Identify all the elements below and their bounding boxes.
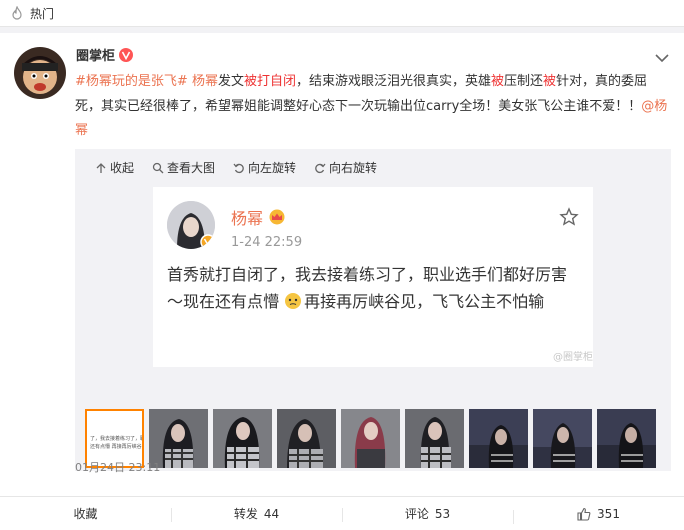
comment-label: 评论: [404, 507, 429, 521]
user-avatar[interactable]: [14, 47, 66, 99]
collect-label: 收藏: [73, 507, 98, 521]
fire-icon: [10, 6, 24, 20]
thumbnail-text-line: 还有点懵 再接再厉峡谷: [90, 444, 142, 450]
collapse-button[interactable]: 收起: [95, 159, 134, 176]
repost-label: 转发: [233, 507, 258, 521]
thumbnail-4[interactable]: [277, 409, 336, 468]
inner-username-text: 杨幂: [231, 209, 264, 228]
topic-link[interactable]: #杨幂玩的是张飞#: [75, 74, 188, 89]
media-toolbar: 收起 查看大图 向左旋转 向右旋转: [95, 159, 395, 176]
inner-avatar: [167, 201, 215, 249]
comment-button[interactable]: 评论 53: [342, 505, 513, 522]
highlight-text: 被打自闭: [243, 74, 296, 89]
rotate-left-icon: [233, 162, 245, 174]
action-bar: 收藏 转发 44 评论 53 351: [0, 496, 684, 530]
username-link[interactable]: 圈掌柜: [76, 45, 115, 64]
magnifier-icon: [152, 162, 164, 174]
thumbs-up-icon: [577, 507, 591, 521]
post-card: 圈掌柜 #杨幂玩的是张飞# 杨幂发文被打自闭，结束游戏眼泛泪光很真实，英雄被压制…: [0, 33, 684, 530]
view-large-button[interactable]: 查看大图: [152, 159, 215, 176]
username-row: 圈掌柜: [76, 45, 134, 64]
hot-header: 热门: [0, 0, 684, 27]
collapse-label: 收起: [110, 161, 135, 175]
inner-timestamp: 1-24 22:59: [231, 235, 303, 250]
collect-button[interactable]: 收藏: [0, 505, 171, 522]
inner-text-b: 再接再厉峡谷见，飞飞公主不怕输: [304, 292, 545, 311]
post-body: #杨幂玩的是张飞# 杨幂发文被打自闭，结束游戏眼泛泪光很真实，英雄被压制还被针对…: [75, 70, 671, 144]
repost-count: 44: [263, 506, 280, 521]
watermark-text: @圈掌柜: [553, 352, 593, 363]
hot-label: 热门: [30, 6, 55, 21]
verified-badge-icon: [200, 234, 215, 249]
chevron-down-icon[interactable]: [654, 49, 670, 63]
media-viewer: 收起 查看大图 向左旋转 向右旋转 杨幂 1-24 22:59 首秀就打自闭了，…: [75, 149, 671, 471]
highlight-text: 被: [491, 74, 505, 89]
repost-button[interactable]: 转发 44: [171, 505, 342, 522]
thumbnail-text: 了，我去接着练习了，职 还有点懵 再接再厉峡谷: [90, 435, 144, 451]
rotate-left-label: 向左旋转: [248, 161, 297, 175]
thumbnail-9[interactable]: [597, 409, 656, 468]
text-segment: 压制还: [504, 74, 544, 89]
text-segment: 发文: [217, 74, 244, 89]
like-button[interactable]: 351: [513, 506, 684, 524]
text-segment: ，结束游戏眼泛泪光很真实，英雄: [295, 74, 491, 89]
like-count: 351: [597, 506, 620, 521]
arrow-up-icon: [95, 162, 107, 174]
highlight-text: 被: [543, 74, 557, 89]
thumbnail-text-line: 了，我去接着练习了，职: [90, 436, 144, 442]
rotate-right-button[interactable]: 向右旋转: [314, 159, 377, 176]
verified-badge-icon: [119, 47, 134, 62]
thumbnail-5[interactable]: [341, 409, 400, 468]
rotate-left-button[interactable]: 向左旋转: [233, 159, 296, 176]
thumbnail-7[interactable]: [469, 409, 528, 468]
mention-link[interactable]: 杨幂: [192, 74, 218, 89]
large-image[interactable]: 杨幂 1-24 22:59 首秀就打自闭了，我去接着练习了，职业选手们都好厉害～…: [153, 187, 593, 367]
comment-count: 53: [434, 506, 451, 521]
thumbnail-strip: 了，我去接着练习了，职 还有点懵 再接再厉峡谷: [85, 409, 656, 468]
post-timestamp[interactable]: 01月24日 23:11: [75, 459, 160, 475]
thumbnail-8[interactable]: [533, 409, 592, 468]
rotate-right-icon: [314, 162, 326, 174]
inner-username: 杨幂: [231, 205, 286, 229]
inner-post-text: 首秀就打自闭了，我去接着练习了，职业选手们都好厉害～现在还有点懵 再接再厉峡谷见…: [167, 261, 577, 315]
thumbnail-6[interactable]: [405, 409, 464, 468]
confused-emoji-icon: [284, 291, 302, 309]
star-icon: [559, 207, 579, 227]
view-large-label: 查看大图: [167, 161, 216, 175]
rotate-right-label: 向右旋转: [329, 161, 378, 175]
thumbnail-3[interactable]: [213, 409, 272, 468]
crown-icon: [268, 209, 286, 225]
